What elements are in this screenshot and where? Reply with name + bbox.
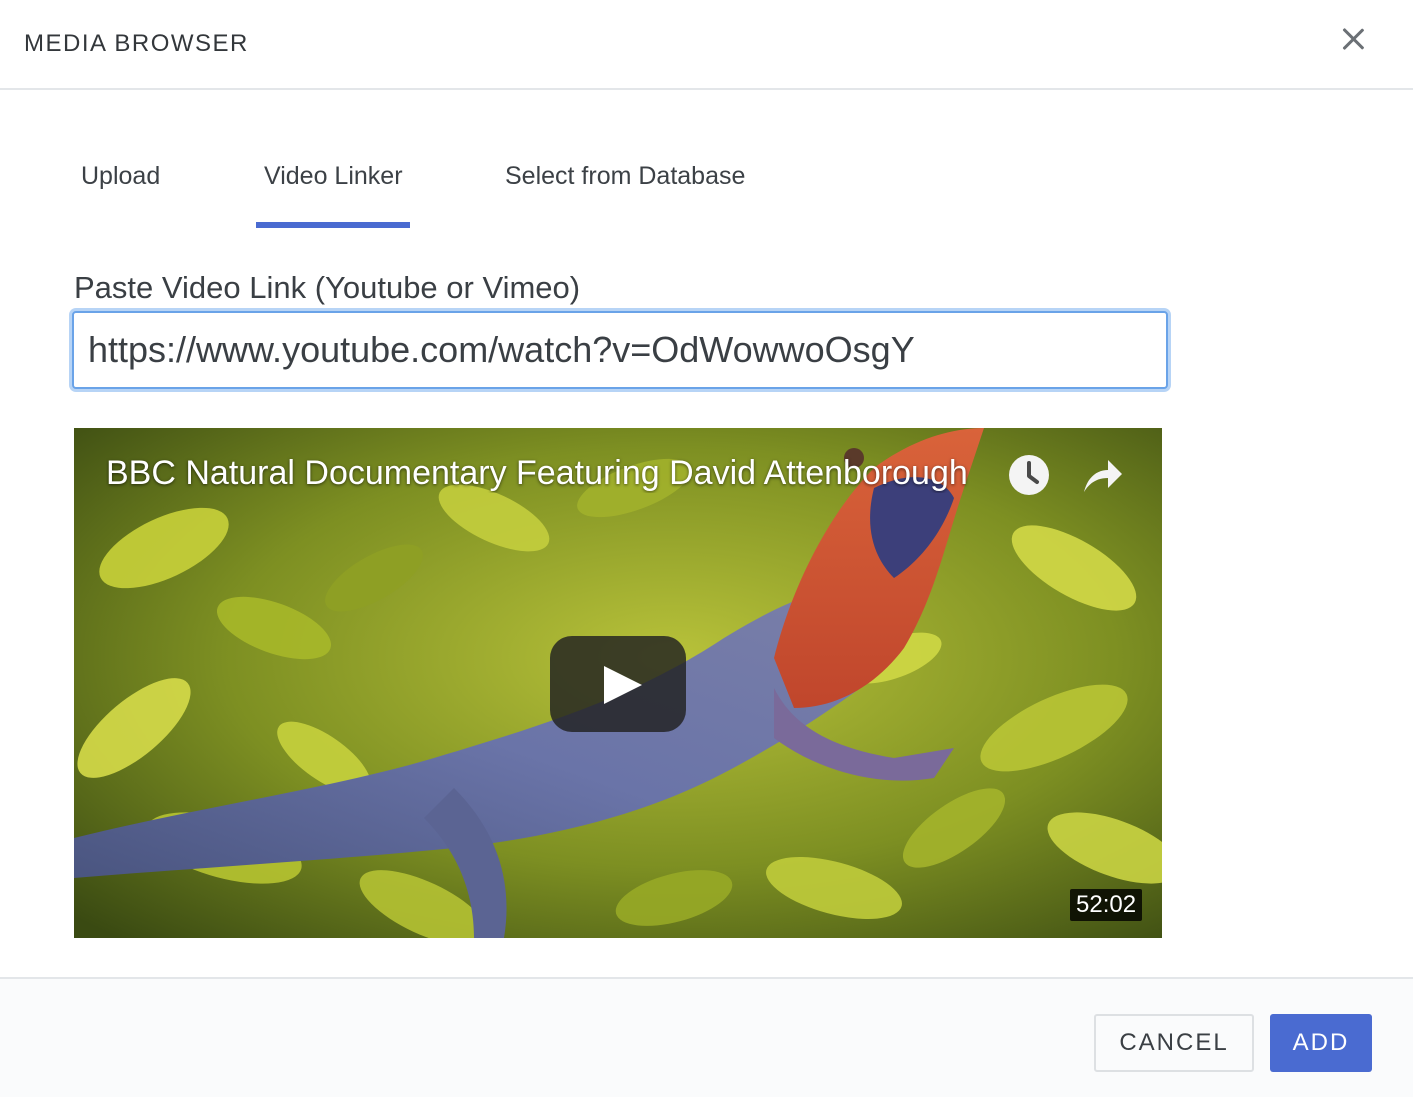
dialog-title: MEDIA BROWSER: [24, 30, 249, 57]
active-tab-indicator: [256, 222, 410, 228]
tab-upload[interactable]: Upload: [81, 162, 160, 191]
video-title: BBC Natural Documentary Featuring David …: [106, 454, 968, 492]
play-icon[interactable]: [550, 636, 686, 732]
tab-select-from-database[interactable]: Select from Database: [505, 162, 745, 191]
share-icon[interactable]: [1080, 454, 1124, 496]
media-browser-dialog: MEDIA BROWSER Upload Video Linker Select…: [0, 0, 1413, 1097]
video-link-input[interactable]: [72, 311, 1168, 389]
close-icon[interactable]: [1336, 22, 1370, 56]
clock-icon[interactable]: [1008, 454, 1050, 496]
cancel-button[interactable]: CANCEL: [1094, 1014, 1254, 1072]
dialog-footer: CANCEL ADD: [0, 977, 1413, 1097]
dialog-header: MEDIA BROWSER: [0, 0, 1413, 90]
video-duration: 52:02: [1070, 889, 1143, 921]
tab-video-linker[interactable]: Video Linker: [264, 162, 403, 191]
video-link-label: Paste Video Link (Youtube or Vimeo): [74, 270, 581, 305]
add-button[interactable]: ADD: [1270, 1014, 1372, 1072]
video-preview[interactable]: BBC Natural Documentary Featuring David …: [74, 428, 1162, 938]
